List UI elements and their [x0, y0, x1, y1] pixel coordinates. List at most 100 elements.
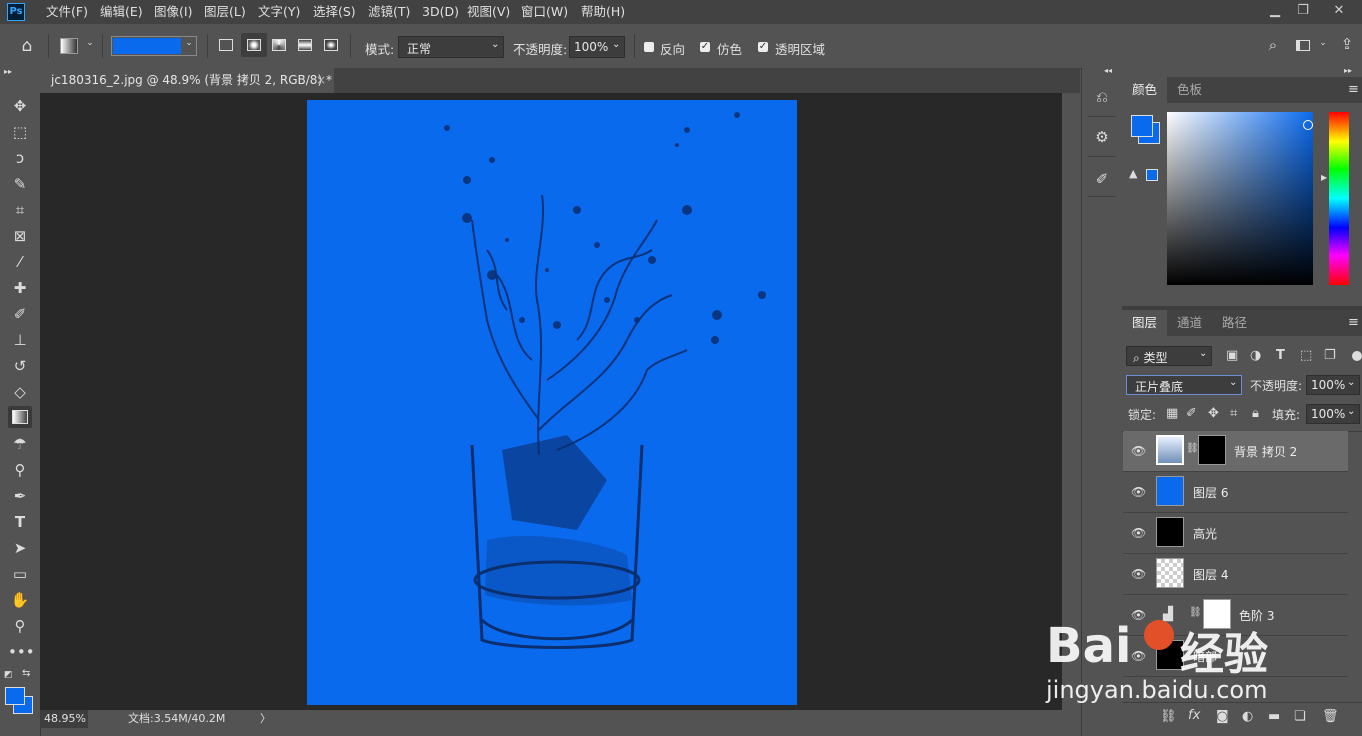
- visibility-eye-icon[interactable]: 👁︎: [1131, 567, 1146, 581]
- minimize-button[interactable]: ▁: [1260, 0, 1290, 22]
- menu-layer[interactable]: 图层(L): [204, 0, 246, 24]
- link-layers-icon[interactable]: ⛓: [1160, 709, 1177, 724]
- visibility-eye-icon[interactable]: 👁︎: [1131, 485, 1146, 499]
- crop-tool-icon[interactable]: ⌗: [8, 199, 32, 221]
- delete-layer-icon[interactable]: 🗑︎: [1322, 709, 1339, 724]
- layer-row[interactable]: 👁︎ ⛓ 背景 拷贝 2: [1123, 431, 1348, 472]
- panel-menu-icon[interactable]: ≡: [1348, 82, 1359, 97]
- expand-icon[interactable]: ▸▸: [4, 67, 12, 76]
- status-menu-arrow[interactable]: 〉: [260, 710, 271, 728]
- filter-pixel-icon[interactable]: ▣: [1226, 348, 1238, 363]
- more-tools-icon[interactable]: •••: [8, 641, 35, 663]
- filter-shape-icon[interactable]: ⬚: [1300, 348, 1312, 363]
- dither-checkbox[interactable]: ✓: [700, 42, 710, 52]
- gradient-picker[interactable]: ⌄: [111, 36, 197, 56]
- eraser-tool-icon[interactable]: ◇: [8, 381, 32, 403]
- mode-select[interactable]: 正常 ⌄: [398, 36, 504, 58]
- menu-file[interactable]: 文件(F): [46, 0, 88, 24]
- hue-slider-handle[interactable]: ▶: [1321, 173, 1327, 182]
- reflected-gradient-icon[interactable]: [298, 39, 312, 51]
- menu-help[interactable]: 帮助(H): [581, 0, 625, 24]
- rectangle-tool-icon[interactable]: ▭: [8, 563, 32, 585]
- menu-select[interactable]: 选择(S): [313, 0, 356, 24]
- brush-settings-icon[interactable]: ✐: [1092, 170, 1112, 188]
- lock-all-icon[interactable]: 🔒︎: [1252, 406, 1259, 421]
- type-tool-icon[interactable]: T: [8, 511, 32, 533]
- color-panel-fg-swatch[interactable]: [1131, 115, 1153, 137]
- tab-paths[interactable]: 路径: [1212, 310, 1257, 336]
- filter-adjustment-icon[interactable]: ◑: [1250, 348, 1261, 363]
- document-tab[interactable]: jc180316_2.jpg @ 48.9% (背景 拷贝 2, RGB/8) …: [40, 68, 334, 93]
- gamut-color-swatch[interactable]: [1146, 169, 1158, 181]
- menu-3d[interactable]: 3D(D): [422, 0, 459, 24]
- zoom-tool-icon[interactable]: ⚲: [8, 615, 32, 637]
- menu-type[interactable]: 文字(Y): [258, 0, 300, 24]
- filter-toggle[interactable]: [1352, 351, 1362, 361]
- tab-layers[interactable]: 图层: [1122, 310, 1168, 336]
- chevron-down-icon[interactable]: ⌄: [1318, 38, 1328, 48]
- opacity-input[interactable]: 100% ⌄: [569, 36, 625, 58]
- brush-tool-icon[interactable]: ✐: [8, 303, 32, 325]
- layer-row[interactable]: 👁︎ 图层 6: [1123, 472, 1348, 513]
- close-button[interactable]: ✕: [1324, 0, 1354, 22]
- healing-brush-tool-icon[interactable]: ✚: [8, 277, 32, 299]
- lock-position-icon[interactable]: ✥: [1208, 406, 1219, 421]
- tab-color[interactable]: 颜色: [1122, 77, 1168, 103]
- default-colors-icon[interactable]: ◩: [4, 670, 13, 680]
- tab-channels[interactable]: 通道: [1167, 310, 1212, 336]
- filter-type-icon[interactable]: T: [1276, 348, 1285, 363]
- layer-opacity-input[interactable]: 100% ⌄: [1306, 375, 1360, 395]
- tab-swatches[interactable]: 色板: [1167, 77, 1212, 103]
- fx-icon[interactable]: fx: [1188, 708, 1200, 723]
- linear-gradient-icon[interactable]: [219, 39, 233, 51]
- angle-gradient-icon[interactable]: [272, 39, 286, 51]
- hand-tool-icon[interactable]: ✋: [8, 589, 32, 611]
- blur-tool-icon[interactable]: ☂: [8, 433, 32, 455]
- pen-tool-icon[interactable]: ✒: [8, 485, 32, 507]
- color-field[interactable]: [1167, 112, 1313, 285]
- new-layer-icon[interactable]: ❏: [1294, 709, 1306, 724]
- history-panel-icon[interactable]: ⎌: [1092, 88, 1112, 106]
- diamond-gradient-icon[interactable]: [324, 39, 338, 51]
- chevron-down-icon[interactable]: ⌄: [84, 38, 96, 48]
- color-picker-handle[interactable]: [1303, 120, 1313, 130]
- workspace-icon[interactable]: [1296, 40, 1310, 51]
- zoom-level[interactable]: 48.95%: [40, 710, 88, 728]
- dodge-tool-icon[interactable]: ⚲: [8, 459, 32, 481]
- collapse-icon[interactable]: ▸▸: [1344, 66, 1352, 75]
- move-tool-icon[interactable]: ✥: [8, 95, 32, 117]
- lasso-tool-icon[interactable]: ↄ: [8, 147, 32, 169]
- layer-mask-thumbnail[interactable]: [1198, 435, 1226, 465]
- quick-select-tool-icon[interactable]: ✎: [8, 173, 32, 195]
- marquee-tool-icon[interactable]: ⬚: [8, 121, 32, 143]
- fill-input[interactable]: 100% ⌄: [1306, 404, 1360, 424]
- menu-image[interactable]: 图像(I): [154, 0, 192, 24]
- swap-colors-icon[interactable]: ⇆: [22, 668, 30, 679]
- close-tab-icon[interactable]: ×: [316, 68, 326, 93]
- adjustments-panel-icon[interactable]: ⚙: [1092, 128, 1112, 146]
- home-icon[interactable]: ⌂: [16, 36, 38, 56]
- menu-view[interactable]: 视图(V): [467, 0, 510, 24]
- layer-row[interactable]: 👁︎ 图层 4: [1123, 554, 1348, 595]
- visibility-eye-icon[interactable]: 👁︎: [1131, 526, 1146, 540]
- search-icon[interactable]: ⌕: [1264, 36, 1282, 54]
- add-mask-icon[interactable]: ◙: [1216, 709, 1229, 724]
- hue-slider[interactable]: [1329, 112, 1349, 285]
- lock-transparent-icon[interactable]: ▦: [1166, 406, 1178, 421]
- menu-edit[interactable]: 编辑(E): [100, 0, 143, 24]
- visibility-eye-icon[interactable]: 👁︎: [1131, 444, 1146, 458]
- frame-tool-icon[interactable]: ⊠: [8, 225, 32, 247]
- menu-filter[interactable]: 滤镜(T): [368, 0, 410, 24]
- reverse-checkbox[interactable]: [644, 42, 654, 52]
- blend-mode-select[interactable]: 正片叠底 ⌄: [1126, 375, 1242, 395]
- restore-button[interactable]: ❐: [1288, 0, 1318, 22]
- adjustment-layer-icon[interactable]: ◐: [1242, 709, 1253, 724]
- gradient-tool-button[interactable]: [8, 406, 32, 428]
- history-brush-tool-icon[interactable]: ↺: [8, 355, 32, 377]
- filter-smart-object-icon[interactable]: ❐: [1324, 348, 1336, 363]
- layer-filter-select[interactable]: ⌕ 类型 ⌄: [1126, 346, 1212, 366]
- transparency-checkbox[interactable]: ✓: [758, 42, 768, 52]
- lock-image-icon[interactable]: ✐: [1186, 406, 1197, 421]
- new-group-icon[interactable]: ▬: [1268, 709, 1280, 724]
- panel-menu-icon[interactable]: ≡: [1348, 315, 1359, 330]
